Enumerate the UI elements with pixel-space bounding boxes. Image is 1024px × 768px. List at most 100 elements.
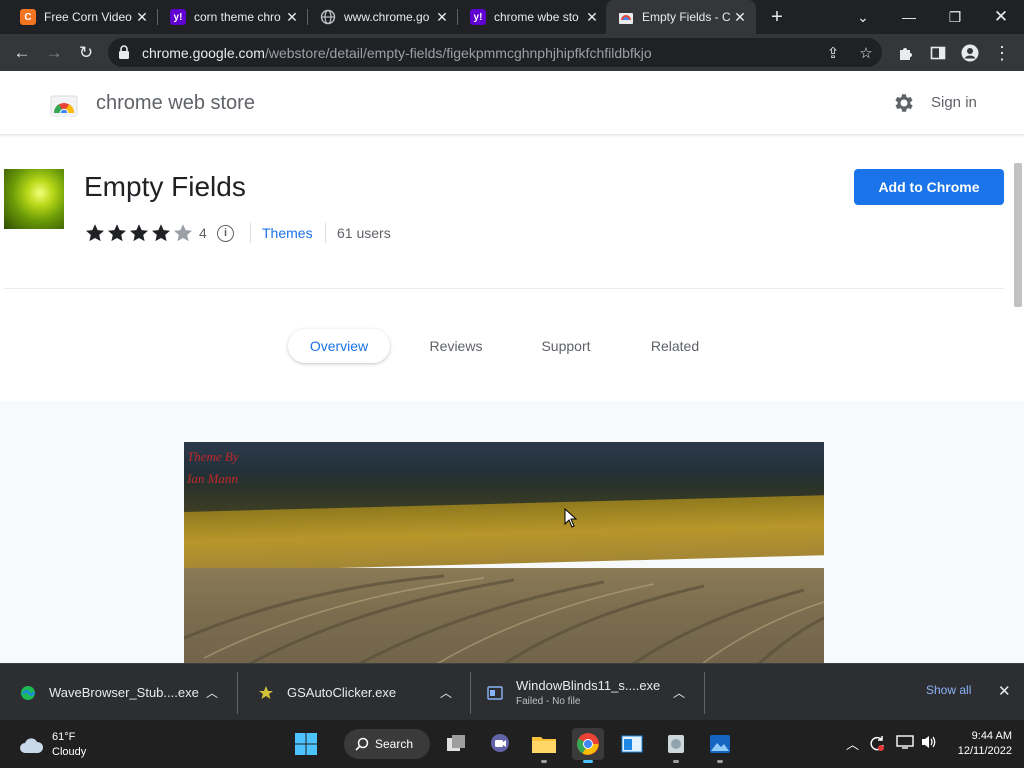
- extension-name: Empty Fields: [84, 171, 246, 202]
- network-icon[interactable]: [896, 734, 914, 753]
- gsautoclicker-icon: [259, 685, 273, 699]
- running-indicator: [541, 760, 547, 763]
- taskbar-search[interactable]: Search: [344, 729, 430, 759]
- browser-tab[interactable]: www.chrome.go ✕: [308, 0, 458, 34]
- running-indicator: [673, 760, 679, 763]
- rating-count[interactable]: 4: [199, 225, 207, 241]
- reload-icon[interactable]: ↻: [72, 39, 100, 67]
- crunchyroll-icon: C: [20, 9, 36, 25]
- file-icon: [487, 685, 503, 700]
- profile-icon[interactable]: [956, 39, 984, 67]
- menu-kebab-icon[interactable]: ⋮: [988, 39, 1016, 67]
- share-icon[interactable]: ⇪: [823, 43, 843, 63]
- tab-support[interactable]: Support: [526, 329, 606, 363]
- wavebrowser-icon: [21, 685, 36, 700]
- system-clock[interactable]: 9:44 AM 12/11/2022: [948, 729, 1012, 759]
- download-item[interactable]: WaveBrowser_Stub....exe ︿: [0, 664, 238, 721]
- star-filled-icon: [152, 224, 170, 242]
- browser-toolbar: ← → ↻ chrome.google.com/webstore/detail/…: [0, 34, 1024, 71]
- sign-in-link[interactable]: Sign in: [931, 94, 977, 111]
- globe-icon: [320, 9, 336, 25]
- chevron-up-icon[interactable]: ︿: [206, 684, 218, 701]
- active-indicator: [583, 760, 593, 763]
- chevron-up-icon[interactable]: ︿: [673, 684, 685, 701]
- close-window-icon[interactable]: ✕: [978, 0, 1024, 34]
- side-panel-icon[interactable]: [924, 39, 952, 67]
- download-item[interactable]: WindowBlinds11_s....exe Failed - No file…: [467, 664, 705, 721]
- bookmark-star-icon[interactable]: ☆: [856, 43, 876, 63]
- extension-thumbnail: [4, 169, 64, 229]
- web-store-page: chrome web store Sign in Empty Fields 4 …: [0, 71, 1024, 663]
- close-downloads-icon[interactable]: ✕: [998, 682, 1011, 700]
- category-link[interactable]: Themes: [262, 225, 313, 241]
- yahoo-icon: y!: [170, 9, 186, 25]
- url-text: chrome.google.com/webstore/detail/empty-…: [142, 45, 652, 61]
- settings-gear-icon[interactable]: [892, 91, 916, 115]
- chevron-up-icon[interactable]: ︿: [440, 684, 452, 701]
- tab-reviews[interactable]: Reviews: [414, 329, 498, 363]
- theme-screenshot[interactable]: Theme By Ian Mann: [184, 442, 824, 663]
- weather-widget[interactable]: 61°F Cloudy: [18, 730, 86, 760]
- downloads-bar: WaveBrowser_Stub....exe ︿ GSAutoClicker.…: [0, 663, 1024, 720]
- file-explorer-icon[interactable]: [528, 728, 560, 763]
- photos-icon[interactable]: [704, 728, 736, 763]
- screenshot-soil: [184, 568, 824, 663]
- star-filled-icon: [86, 224, 104, 242]
- detail-tabs: Overview Reviews Support Related: [0, 329, 1024, 363]
- lock-icon: [118, 45, 130, 64]
- browser-tab-strip: C Free Corn Video ✕ y! corn theme chro ✕…: [0, 0, 1024, 34]
- rating-stars[interactable]: [84, 222, 194, 244]
- extensions-puzzle-icon[interactable]: [892, 39, 920, 67]
- sync-icon[interactable]: [868, 734, 886, 755]
- browser-tab[interactable]: y! chrome wbe sto ✕: [458, 0, 608, 34]
- info-icon[interactable]: i: [217, 225, 234, 242]
- close-tab-icon[interactable]: ✕: [432, 9, 452, 26]
- task-view-icon[interactable]: [440, 728, 472, 760]
- mouse-cursor-icon: [564, 508, 578, 528]
- close-tab-icon[interactable]: ✕: [730, 9, 750, 26]
- screenshot-gallery: Theme By Ian Mann: [0, 401, 1024, 663]
- chrome-taskbar-icon[interactable]: [572, 728, 604, 763]
- chevron-up-icon[interactable]: ︿: [846, 734, 859, 753]
- windowblinds-icon[interactable]: [616, 728, 648, 760]
- user-count: 61 users: [337, 225, 391, 241]
- store-header: chrome web store Sign in: [0, 71, 1024, 135]
- close-tab-icon[interactable]: ✕: [132, 9, 152, 26]
- download-item[interactable]: GSAutoClicker.exe ︿: [238, 664, 471, 721]
- tab-search-icon[interactable]: ⌄: [840, 0, 886, 34]
- running-indicator: [717, 760, 723, 763]
- back-icon[interactable]: ←: [8, 39, 36, 67]
- yahoo-icon: y!: [470, 9, 486, 25]
- restore-icon[interactable]: ❐: [932, 0, 978, 34]
- browser-tab[interactable]: C Free Corn Video ✕: [8, 0, 158, 34]
- section-divider: [4, 288, 1004, 289]
- browser-tab-active[interactable]: Empty Fields - C ✕: [606, 0, 756, 34]
- tab-overview[interactable]: Overview: [288, 329, 390, 363]
- close-tab-icon[interactable]: ✕: [582, 9, 602, 26]
- teams-chat-icon[interactable]: [484, 728, 516, 760]
- add-to-chrome-button[interactable]: Add to Chrome: [854, 169, 1004, 205]
- close-tab-icon[interactable]: ✕: [282, 9, 302, 26]
- address-bar[interactable]: chrome.google.com/webstore/detail/empty-…: [108, 38, 882, 67]
- search-icon: [355, 737, 369, 751]
- page-scrollbar[interactable]: [1014, 163, 1022, 307]
- tab-related[interactable]: Related: [636, 329, 714, 363]
- divider: [250, 223, 251, 243]
- volume-icon[interactable]: [920, 734, 938, 753]
- minimize-icon[interactable]: —: [886, 0, 932, 34]
- windows-taskbar: 61°F Cloudy Search ︿ 9:44 AM 12/11/2022: [0, 720, 1024, 768]
- show-all-downloads-link[interactable]: Show all: [926, 683, 971, 697]
- browser-tab[interactable]: y! corn theme chro ✕: [158, 0, 308, 34]
- screenshot-credit: Theme By Ian Mann: [187, 449, 239, 486]
- forward-icon[interactable]: →: [40, 39, 68, 67]
- star-filled-icon: [108, 224, 126, 242]
- star-filled-icon: [130, 224, 148, 242]
- chrome-web-store-logo[interactable]: [50, 89, 78, 118]
- new-tab-button[interactable]: +: [764, 4, 790, 30]
- chrome-web-store-icon: [618, 9, 634, 25]
- store-title[interactable]: chrome web store: [96, 92, 255, 115]
- cloud-icon: [20, 738, 44, 753]
- start-windows-icon[interactable]: [290, 728, 322, 760]
- divider: [325, 223, 326, 243]
- app-icon[interactable]: [660, 728, 692, 763]
